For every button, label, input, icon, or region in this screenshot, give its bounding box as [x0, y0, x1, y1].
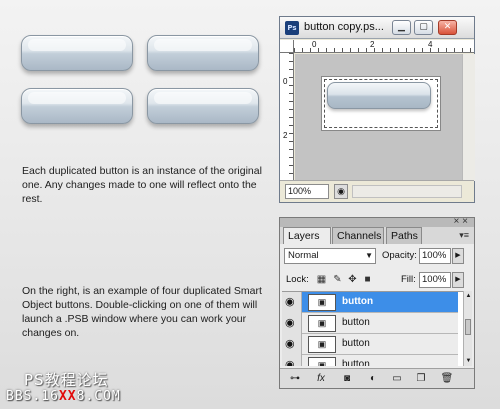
- ruler-left[interactable]: 0 2: [280, 53, 294, 181]
- scroll-down-icon[interactable]: ▼: [464, 358, 473, 364]
- visibility-toggle[interactable]: ◉: [282, 355, 302, 366]
- lock-all-icon[interactable]: ■: [362, 274, 373, 285]
- ruler-top-label: 0: [312, 40, 317, 49]
- smart-object-thumbnail: ▣: [308, 294, 336, 311]
- layer-row[interactable]: ◉ ▣ button: [282, 292, 458, 313]
- layer-row[interactable]: ◉ ▣ button: [282, 334, 458, 355]
- adjustment-icon[interactable]: ◐: [366, 372, 380, 385]
- status-menu-icon[interactable]: ◉: [334, 184, 348, 199]
- panel-menu-icon[interactable]: ▾≡: [459, 230, 469, 241]
- photoshop-document-icon: Ps: [285, 21, 299, 35]
- eye-icon: ◉: [285, 338, 295, 350]
- layer-row[interactable]: ◉ ▣ button: [282, 355, 458, 366]
- lock-label: Lock:: [286, 274, 309, 285]
- layer-list-scrollbar[interactable]: ▲ ▼: [463, 291, 472, 366]
- layer-name: button: [342, 317, 370, 328]
- watermark-url-suffix: 8.COM: [76, 389, 121, 404]
- opacity-label: Opacity:: [382, 250, 417, 261]
- chevron-down-icon: ▼: [365, 251, 373, 260]
- lock-transparency-icon[interactable]: ▦: [316, 274, 327, 285]
- minimize-icon[interactable]: ▁: [392, 20, 411, 35]
- opacity-slider-arrow-icon[interactable]: ▶: [452, 248, 464, 264]
- layer-name: button: [342, 338, 370, 349]
- layers-panel-footer: ⊶ fx ◙ ◐ ▭ ❐ 🗑: [280, 368, 474, 388]
- blend-mode-select[interactable]: Normal ▼: [284, 248, 376, 264]
- tab-paths[interactable]: Paths: [386, 227, 422, 244]
- eye-icon: ◉: [285, 296, 295, 308]
- ruler-left-label: 2: [283, 131, 288, 140]
- visibility-toggle[interactable]: ◉: [282, 334, 302, 355]
- layer-name: button: [342, 359, 370, 366]
- panel-top-bar[interactable]: × ×: [280, 216, 474, 227]
- tab-layers[interactable]: Layers: [283, 227, 331, 244]
- preview-button-2: [147, 35, 259, 71]
- layer-name: button: [342, 296, 374, 307]
- watermark-url-prefix: BBS.16: [6, 389, 59, 404]
- watermark-forum-name: PS教程论坛: [24, 371, 109, 389]
- group-icon[interactable]: ▭: [390, 372, 404, 385]
- tab-channels[interactable]: Channels: [332, 227, 384, 244]
- canvas-button-preview: [327, 82, 431, 109]
- blend-mode-value: Normal: [288, 250, 319, 261]
- ruler-top-label: 4: [428, 40, 433, 49]
- ruler-top-label: 2: [370, 40, 375, 49]
- smart-object-thumbnail: ▣: [308, 357, 336, 366]
- trash-icon[interactable]: 🗑: [440, 372, 454, 385]
- ruler-top[interactable]: 0 2 4: [294, 40, 474, 53]
- opacity-field[interactable]: 100%: [419, 248, 451, 264]
- fill-label: Fill:: [401, 274, 416, 285]
- preview-button-4: [147, 88, 259, 124]
- preview-button-1: [21, 35, 133, 71]
- link-icon[interactable]: ⊶: [288, 372, 302, 385]
- visibility-toggle[interactable]: ◉: [282, 313, 302, 334]
- visibility-toggle[interactable]: ◉: [282, 292, 302, 313]
- watermark-url: BBS.16XX8.COM: [6, 389, 121, 404]
- scroll-up-icon[interactable]: ▲: [464, 293, 473, 299]
- fill-slider-arrow-icon[interactable]: ▶: [452, 272, 464, 288]
- lock-position-icon[interactable]: ✥: [347, 274, 358, 285]
- smart-object-thumbnail: ▣: [308, 315, 336, 332]
- layer-list: ◉ ▣ button ◉ ▣ button ◉ ▣ button ◉ ▣ but…: [282, 291, 468, 366]
- mask-icon[interactable]: ◙: [340, 372, 354, 385]
- scroll-thumb[interactable]: [465, 319, 471, 335]
- document-canvas[interactable]: [295, 54, 462, 181]
- document-window: Ps button copy.ps... ▁ ▢ ✕ 0 2 4 0 2 100…: [279, 16, 475, 203]
- zoom-level-field[interactable]: 100%: [285, 184, 329, 199]
- smart-object-thumbnail: ▣: [308, 336, 336, 353]
- fx-icon[interactable]: fx: [314, 372, 328, 385]
- layers-panel: × × Layers Channels Paths ▾≡ Normal ▼ Op…: [279, 216, 475, 389]
- fill-field[interactable]: 100%: [419, 272, 451, 288]
- ruler-corner[interactable]: [280, 40, 294, 53]
- document-title-bar[interactable]: Ps button copy.ps... ▁ ▢ ✕: [280, 17, 474, 39]
- document-title: button copy.ps...: [304, 21, 384, 33]
- art-board[interactable]: [321, 76, 441, 131]
- watermark-url-highlight: XX: [58, 389, 77, 404]
- lock-image-icon[interactable]: ✎: [332, 274, 343, 285]
- eye-icon: ◉: [285, 317, 295, 329]
- close-icon[interactable]: ✕: [438, 20, 457, 35]
- vertical-scrollbar[interactable]: [462, 54, 475, 181]
- ruler-left-label: 0: [283, 77, 288, 86]
- layer-row[interactable]: ◉ ▣ button: [282, 313, 458, 334]
- new-layer-icon[interactable]: ❐: [414, 372, 428, 385]
- eye-icon: ◉: [285, 359, 295, 366]
- caption-smart-object: On the right, is an example of four dupl…: [22, 285, 262, 339]
- horizontal-scrollbar[interactable]: [352, 185, 462, 198]
- close-icon[interactable]: × ×: [454, 216, 468, 227]
- caption-duplicated-instance: Each duplicated button is an instance of…: [22, 165, 262, 205]
- document-status-bar: 100% ◉: [280, 180, 474, 202]
- maximize-icon[interactable]: ▢: [414, 20, 433, 35]
- preview-button-3: [21, 88, 133, 124]
